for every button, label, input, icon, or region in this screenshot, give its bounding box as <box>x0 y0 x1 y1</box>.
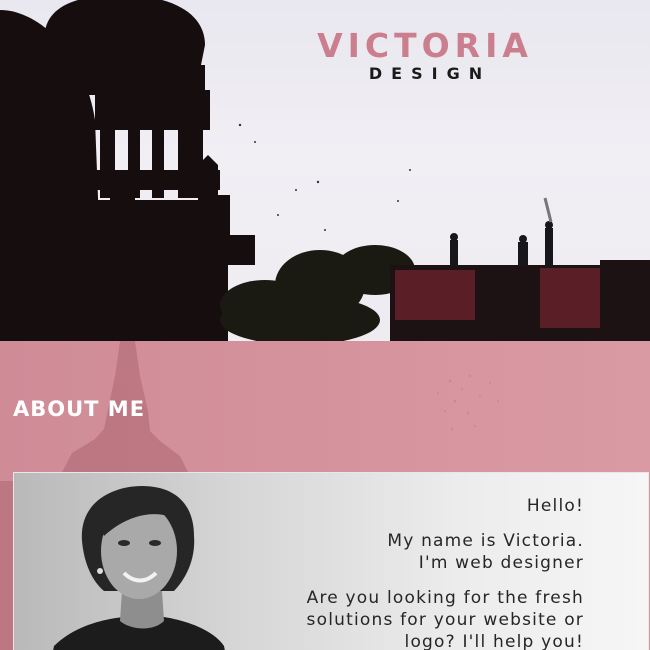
brand-name: VICTORIA <box>317 26 533 65</box>
brand-logo[interactable]: VICTORIA DESIGN <box>300 26 550 82</box>
about-greeting: Hello! <box>526 496 584 516</box>
about-section: ABOUT ME Hello! My name is Victoria. I'm… <box>0 341 650 650</box>
about-pitch-line-3: logo? I'll help you! <box>404 632 584 650</box>
about-intro-line-1: My name is Victoria. <box>387 531 584 551</box>
hero-banner: VICTORIA DESIGN <box>0 0 650 341</box>
about-card: Hello! My name is Victoria. I'm web desi… <box>13 472 649 650</box>
about-pitch-line-2: solutions for your website or <box>306 610 584 630</box>
about-pitch-line-1: Are you looking for the fresh <box>306 588 584 608</box>
brand-subtitle: DESIGN <box>368 64 492 83</box>
about-title: ABOUT ME <box>13 397 146 421</box>
about-intro-line-2: I'm web designer <box>418 553 584 573</box>
profile-photo <box>53 486 225 650</box>
about-text: Hello! My name is Victoria. I'm web desi… <box>254 495 584 650</box>
